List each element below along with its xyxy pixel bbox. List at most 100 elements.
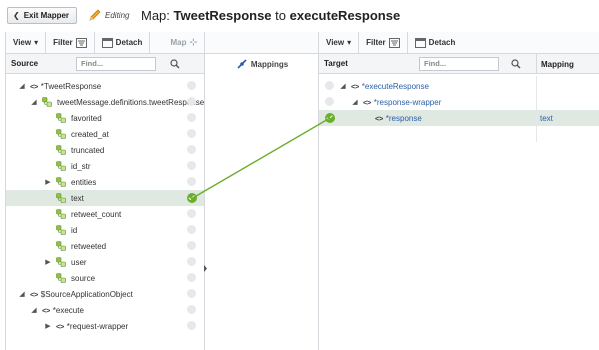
filter-button[interactable]: Filter bbox=[46, 31, 95, 54]
source-node-label: text bbox=[71, 193, 84, 203]
mappings-panel: Mappings bbox=[204, 32, 319, 350]
source-header: Source Find... bbox=[6, 54, 204, 74]
filter-icon bbox=[388, 37, 400, 48]
target-tree: ◢ <> *executeResponse ◢ <> *response-wrapper <… bbox=[319, 76, 599, 350]
expand-down-icon[interactable]: ◢ bbox=[339, 82, 347, 90]
leaf-attribute-icon bbox=[56, 241, 66, 251]
map-handle-dot[interactable] bbox=[187, 241, 196, 250]
source-tree-row[interactable]: favorited bbox=[6, 110, 205, 126]
expand-down-icon[interactable]: ◢ bbox=[351, 98, 359, 106]
source-tree-row[interactable]: id_str bbox=[6, 158, 205, 174]
expand-right-icon[interactable]: ▶ bbox=[44, 178, 52, 186]
source-node-label: retweeted bbox=[71, 241, 107, 251]
map-button[interactable]: Map ⊹ bbox=[163, 32, 204, 54]
editing-status: Editing bbox=[105, 11, 130, 20]
source-node-label: *execute bbox=[52, 305, 84, 315]
element-brackets-icon: <> bbox=[375, 113, 383, 123]
map-handle-dot[interactable] bbox=[187, 209, 196, 218]
detach-icon bbox=[101, 37, 113, 48]
map-handle-dot[interactable] bbox=[187, 81, 196, 90]
source-tree-row[interactable]: text bbox=[6, 190, 205, 206]
source-node-label: tweetMessage.definitions.tweetResponse bbox=[57, 97, 205, 107]
panel-resize-handle[interactable] bbox=[203, 265, 208, 272]
source-node-label: *request-wrapper bbox=[66, 321, 129, 331]
expand-down-icon[interactable]: ◢ bbox=[30, 98, 38, 106]
pencil-icon bbox=[89, 9, 101, 21]
target-toolbar: View ▾ Filter Detach bbox=[319, 31, 599, 54]
leaf-attribute-icon bbox=[56, 273, 66, 283]
map-handle-dot[interactable] bbox=[187, 273, 196, 282]
exit-mapper-label: Exit Mapper bbox=[23, 11, 70, 20]
target-search-input[interactable]: Find... bbox=[419, 56, 499, 71]
map-handle-dot[interactable] bbox=[187, 289, 196, 298]
search-icon[interactable] bbox=[511, 58, 521, 69]
target-detach-button[interactable]: Detach bbox=[408, 32, 463, 54]
source-tree-row[interactable]: id bbox=[6, 222, 205, 238]
mapper-header: ❮ Exit Mapper Editing Map: TweetResponse… bbox=[0, 0, 599, 32]
map-handle-dot[interactable] bbox=[187, 257, 196, 266]
target-mapping-value[interactable]: text bbox=[540, 114, 553, 123]
expand-down-icon[interactable]: ◢ bbox=[18, 82, 26, 90]
target-node-label: *response-wrapper bbox=[373, 97, 442, 107]
mapped-check-icon[interactable] bbox=[325, 113, 335, 123]
expand-right-icon[interactable]: ▶ bbox=[44, 322, 52, 330]
source-tree-row[interactable]: ▶ entities bbox=[6, 174, 205, 190]
source-tree-row[interactable]: ◢ <> *execute bbox=[6, 302, 205, 318]
target-view-menu-button[interactable]: View ▾ bbox=[319, 31, 360, 54]
map-handle-dot[interactable] bbox=[325, 81, 334, 90]
leaf-attribute-icon bbox=[42, 97, 52, 107]
chevron-left-icon: ❮ bbox=[13, 11, 20, 20]
target-header: Target Find... Mapping bbox=[319, 54, 599, 74]
source-node-label: created_at bbox=[71, 129, 109, 139]
source-tree-row[interactable]: ◢ <> *TweetResponse bbox=[6, 78, 205, 94]
mapped-check-icon[interactable] bbox=[187, 193, 197, 203]
source-panel: View ▾ Filter Detach Map ⊹ Source Find...… bbox=[5, 31, 205, 350]
source-tree-row[interactable]: retweeted bbox=[6, 238, 205, 254]
map-handle-dot[interactable] bbox=[187, 177, 196, 186]
map-handle-dot[interactable] bbox=[187, 129, 196, 138]
exit-mapper-button[interactable]: ❮ Exit Mapper bbox=[7, 7, 77, 24]
map-handle-dot[interactable] bbox=[187, 145, 196, 154]
detach-button[interactable]: Detach bbox=[95, 31, 151, 54]
element-brackets-icon: <> bbox=[30, 81, 38, 91]
leaf-attribute-icon bbox=[56, 113, 66, 123]
target-tree-row[interactable]: ◢ <> *executeResponse bbox=[319, 78, 599, 94]
map-handle-dot[interactable] bbox=[325, 97, 334, 106]
expand-right-icon[interactable]: ▶ bbox=[44, 258, 52, 266]
leaf-attribute-icon bbox=[56, 225, 66, 235]
element-brackets-icon: <> bbox=[42, 305, 50, 315]
view-menu-button[interactable]: View ▾ bbox=[6, 31, 47, 54]
mapping-column-divider bbox=[536, 76, 537, 142]
target-tree-row[interactable]: <> *response text bbox=[319, 110, 599, 126]
source-node-label: id_str bbox=[71, 161, 91, 171]
map-handle-dot[interactable] bbox=[187, 113, 196, 122]
source-title: Source bbox=[11, 59, 39, 68]
source-tree-row[interactable]: retweet_count bbox=[6, 206, 205, 222]
leaf-attribute-icon bbox=[56, 193, 66, 203]
source-node-label: truncated bbox=[71, 145, 105, 155]
expand-down-icon[interactable]: ◢ bbox=[30, 306, 38, 314]
source-tree-row[interactable]: ▶ user bbox=[6, 254, 205, 270]
source-tree-row[interactable]: ◢ tweetMessage.definitions.tweetResponse bbox=[6, 94, 205, 110]
source-node-label: id bbox=[71, 225, 78, 235]
map-handle-dot[interactable] bbox=[187, 305, 196, 314]
element-brackets-icon: <> bbox=[363, 97, 371, 107]
map-handle-dot[interactable] bbox=[187, 225, 196, 234]
mappings-label: Mappings bbox=[250, 59, 289, 69]
search-icon[interactable] bbox=[170, 58, 180, 69]
source-node-label: entities bbox=[71, 177, 97, 187]
source-search-input[interactable]: Find... bbox=[76, 56, 156, 71]
target-tree-row[interactable]: ◢ <> *response-wrapper bbox=[319, 94, 599, 110]
source-tree-row[interactable]: created_at bbox=[6, 126, 205, 142]
target-filter-button[interactable]: Filter bbox=[359, 31, 408, 54]
map-handle-dot[interactable] bbox=[187, 321, 196, 330]
source-tree-row[interactable]: ▶ <> *request-wrapper bbox=[6, 318, 205, 334]
source-tree-row[interactable]: ◢ <> $SourceApplicationObject bbox=[6, 286, 205, 302]
source-tree-row[interactable]: truncated bbox=[6, 142, 205, 158]
map-handle-dot[interactable] bbox=[187, 161, 196, 170]
map-handle-dot[interactable] bbox=[187, 97, 196, 106]
element-brackets-icon: <> bbox=[351, 81, 359, 91]
source-tree-row[interactable]: source bbox=[6, 270, 205, 286]
leaf-attribute-icon bbox=[56, 209, 66, 219]
expand-down-icon[interactable]: ◢ bbox=[18, 290, 26, 298]
